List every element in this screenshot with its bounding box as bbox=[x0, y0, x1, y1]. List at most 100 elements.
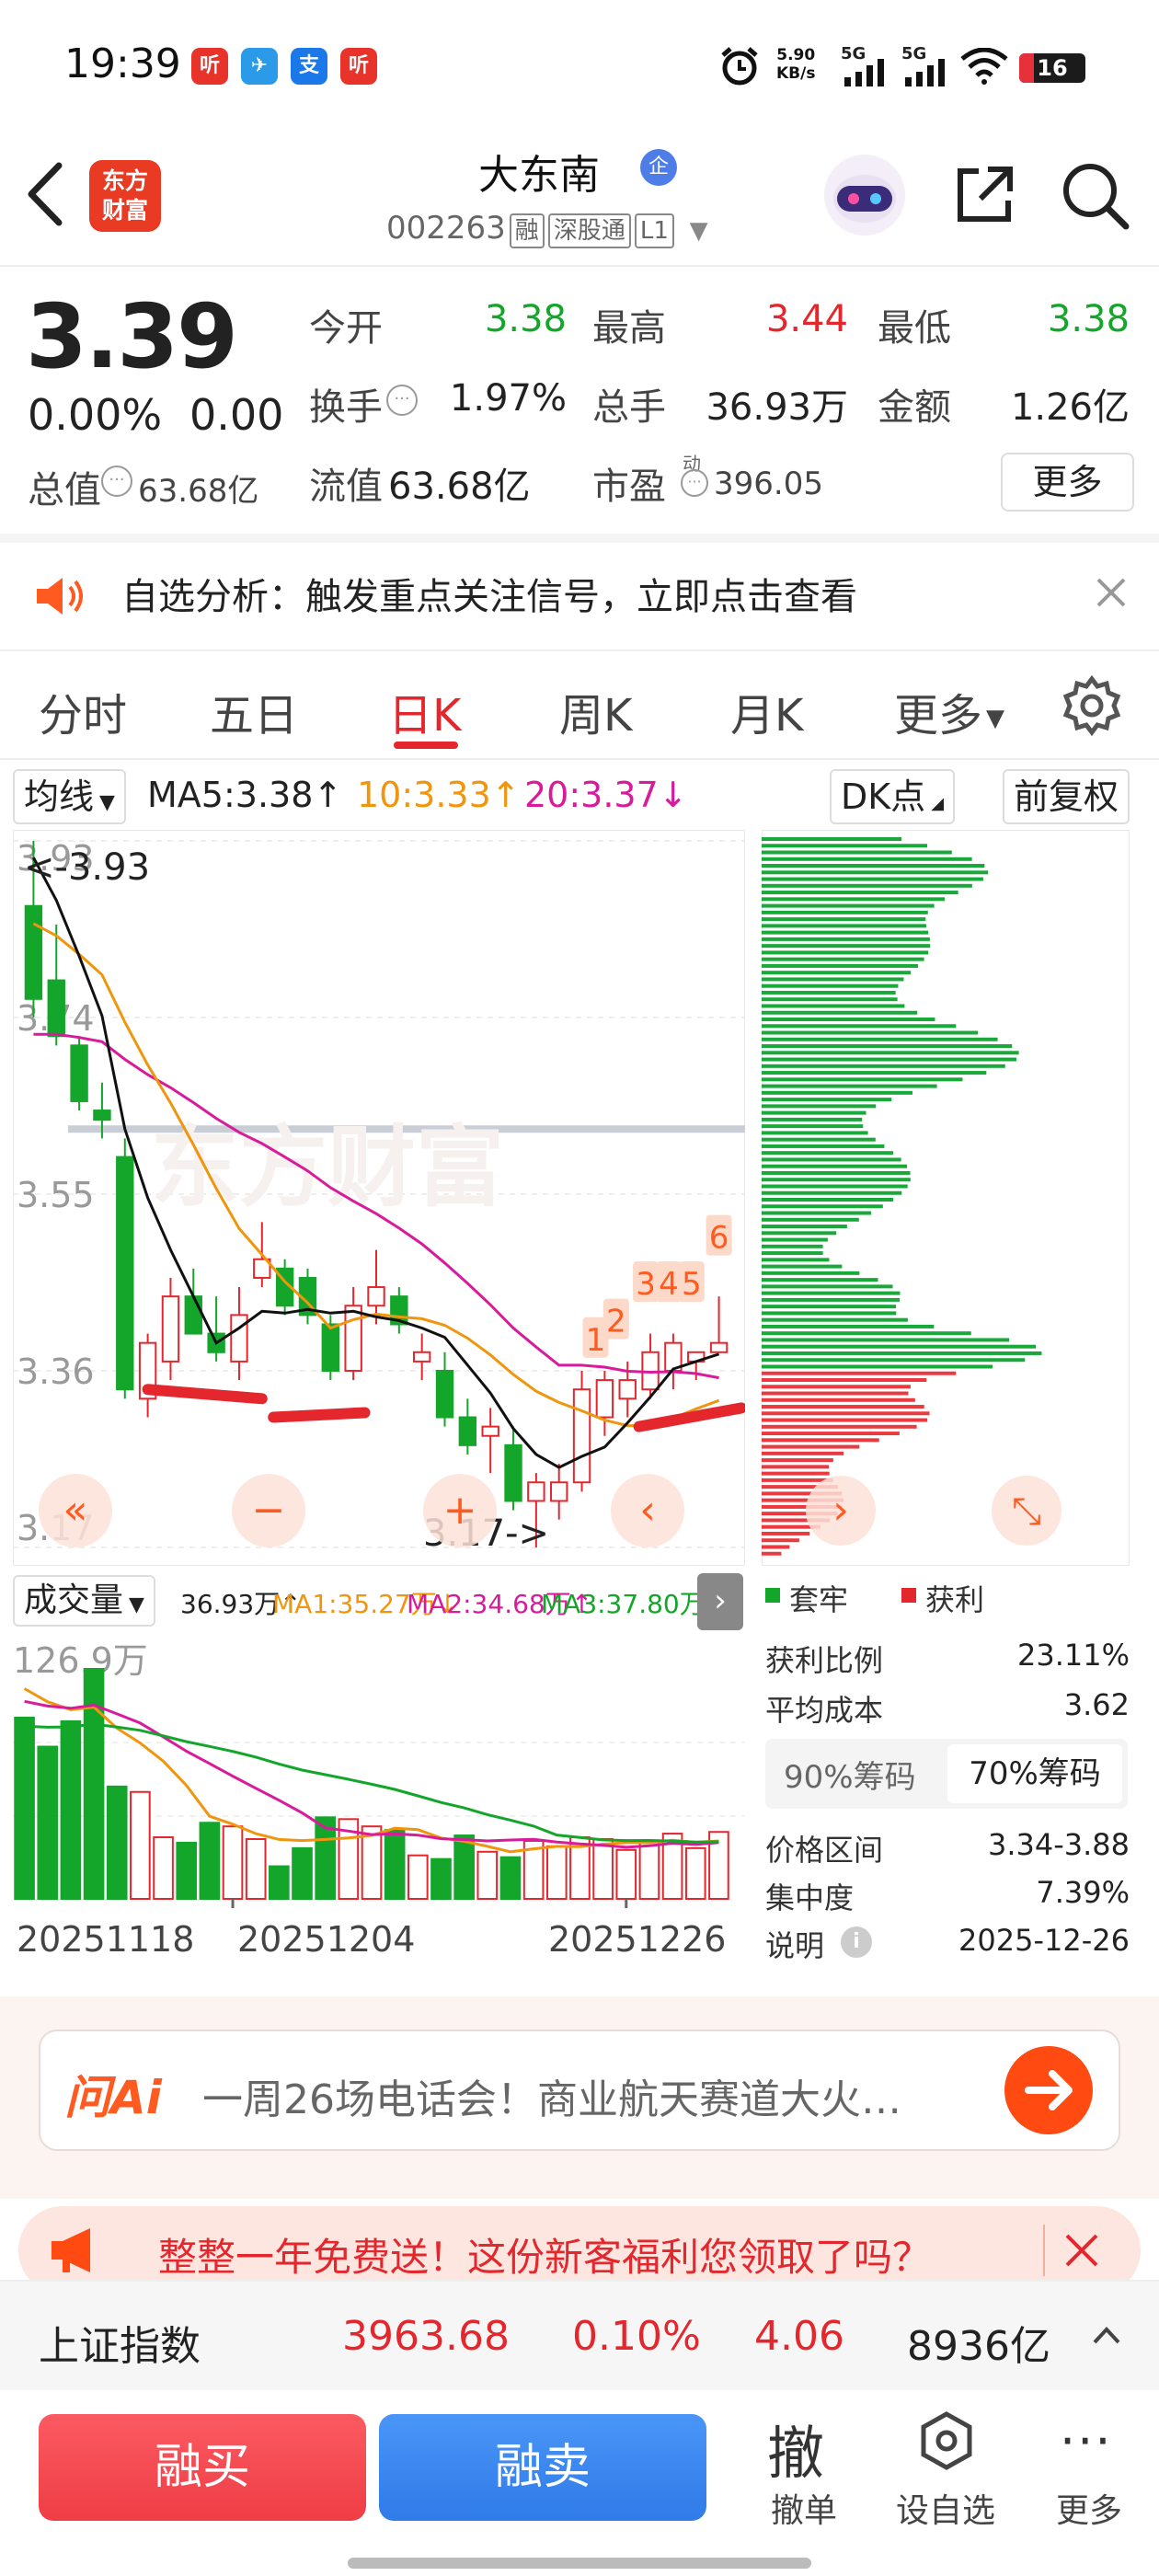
adjust-select[interactable]: 前复权 bbox=[1003, 769, 1130, 824]
tab-monthly-k[interactable]: 月K bbox=[730, 679, 803, 743]
chip-bar bbox=[762, 1371, 957, 1375]
chip-bar bbox=[762, 864, 985, 868]
search-icon[interactable] bbox=[1060, 160, 1130, 230]
app-notification-icon: ✈ bbox=[241, 48, 278, 85]
cancel-order-icon[interactable]: 撤 bbox=[767, 2407, 824, 2490]
volume-chart[interactable]: 126.9万 bbox=[13, 1632, 745, 1908]
more-quote-button[interactable]: 更多 bbox=[1001, 453, 1134, 512]
marker-label: 3 bbox=[636, 1266, 656, 1303]
alarm-icon bbox=[717, 44, 762, 88]
date-label-mid: 20251204 bbox=[237, 1919, 416, 1960]
kline-chart[interactable]: 东方财富3.933.743.553.363.17123456<-3.933.17… bbox=[13, 830, 745, 1566]
more-dots-icon[interactable]: ··· bbox=[1060, 2412, 1113, 2470]
chip-bar bbox=[762, 937, 930, 941]
note-date: 2025-12-26 bbox=[958, 1923, 1130, 1958]
notice-text[interactable]: 自选分析：触发重点关注信号，立即点击查看 bbox=[121, 567, 857, 620]
open-label: 今开 bbox=[309, 307, 383, 350]
chip-bar bbox=[762, 1184, 908, 1189]
info-dots-icon[interactable]: ··· bbox=[101, 466, 132, 497]
add-watchlist-icon[interactable] bbox=[916, 2410, 977, 2471]
volume-indicator-select[interactable]: 成交量 ▼ bbox=[13, 1575, 155, 1627]
chip-bar bbox=[762, 1351, 1042, 1355]
caret-down-icon: ▼ bbox=[986, 705, 1005, 732]
margin-buy-button[interactable]: 融买 bbox=[39, 2414, 366, 2521]
info-icon[interactable]: i bbox=[841, 1926, 872, 1958]
dk-point-select[interactable]: DK点 ◢ bbox=[830, 769, 956, 824]
volume-bar bbox=[245, 1837, 267, 1900]
chip-bar bbox=[762, 1124, 864, 1129]
close-icon[interactable] bbox=[1063, 2232, 1100, 2269]
chip-bar bbox=[762, 983, 899, 988]
step-left-icon-glyph: ‹ bbox=[639, 1487, 656, 1534]
chip-bar bbox=[762, 1044, 1013, 1049]
info-dots-icon[interactable]: ··· bbox=[681, 469, 708, 497]
volume-bar bbox=[292, 1846, 313, 1900]
chip-bar bbox=[762, 891, 958, 895]
chip-bar bbox=[762, 1090, 912, 1095]
ai-label: 问Ai bbox=[64, 2071, 162, 2124]
float-value: 63.68亿 bbox=[388, 466, 531, 508]
volume-bar bbox=[222, 1825, 244, 1901]
chip-bar bbox=[762, 850, 952, 855]
chip-bar bbox=[762, 971, 912, 975]
tab-chip-90[interactable]: 90%筹码 bbox=[784, 1752, 916, 1797]
share-icon[interactable] bbox=[951, 162, 1017, 228]
info-dots-icon[interactable]: ··· bbox=[386, 385, 418, 416]
candle-body bbox=[435, 1370, 454, 1419]
expand-indicator-button[interactable]: › bbox=[697, 1573, 743, 1630]
legend-trapped-label: 套牢 bbox=[789, 1582, 849, 1617]
back-arrow-icon[interactable] bbox=[26, 162, 66, 226]
tab-five-day[interactable]: 五日 bbox=[210, 679, 298, 743]
tab-weekly-k[interactable]: 周K bbox=[559, 679, 632, 743]
chevron-up-icon[interactable] bbox=[1091, 2324, 1122, 2346]
zoom-out-icon-glyph: − bbox=[252, 1487, 286, 1534]
chip-bar bbox=[762, 1297, 901, 1302]
stock-code-row[interactable]: 002263 融深股通 L1 ▼ bbox=[386, 210, 708, 248]
chip-bar bbox=[762, 1378, 927, 1382]
tab-more[interactable]: 更多 ▼ bbox=[894, 679, 1004, 743]
amount-value: 1.26亿 bbox=[1010, 386, 1130, 429]
zoom-in-icon-glyph: + bbox=[443, 1487, 477, 1534]
low-label: 最低 bbox=[878, 307, 951, 350]
candle-body bbox=[230, 1314, 248, 1363]
volume-bar bbox=[453, 1834, 475, 1900]
chip-bar bbox=[762, 1397, 915, 1402]
chip-bar bbox=[762, 1538, 799, 1543]
index-name: 上证指数 bbox=[39, 2323, 201, 2370]
more-actions-label[interactable]: 更多 bbox=[1034, 2484, 1144, 2532]
ai-prompt-text[interactable]: 一周26场电话会！商业航天赛道大火… bbox=[202, 2066, 901, 2125]
chip-bar bbox=[762, 1244, 823, 1248]
expand-glyph: ⤡ bbox=[1012, 1490, 1041, 1533]
index-change: 4.06 bbox=[754, 2313, 844, 2360]
ma-select[interactable]: 均线 ▼ bbox=[13, 769, 126, 824]
add-watchlist-label[interactable]: 设自选 bbox=[890, 2484, 1001, 2532]
chip-bar bbox=[762, 1358, 1026, 1363]
corner-caret-icon: ◢ bbox=[931, 794, 945, 813]
robot-assistant-icon[interactable] bbox=[822, 153, 907, 237]
chip-bar bbox=[762, 1144, 885, 1148]
margin-sell-button[interactable]: 融卖 bbox=[379, 2414, 706, 2521]
chip-bar bbox=[762, 857, 972, 861]
marker-label: 1 bbox=[586, 1322, 606, 1359]
tab-intraday[interactable]: 分时 bbox=[39, 679, 127, 743]
mktcap-label: 总值 bbox=[28, 469, 101, 512]
gear-icon[interactable] bbox=[1061, 675, 1122, 736]
high-value: 3.44 bbox=[765, 298, 848, 340]
chip-bar bbox=[762, 1551, 782, 1556]
ai-go-button[interactable] bbox=[1004, 2046, 1093, 2134]
chip-bar bbox=[762, 1324, 935, 1328]
tab-chip-70[interactable]: 70%筹码 bbox=[947, 1744, 1122, 1803]
candle-body bbox=[618, 1379, 637, 1400]
promo-text[interactable]: 整整一年免费送！这份新客福利您领取了吗？ bbox=[158, 2226, 931, 2283]
ma5-label: MA5:3.38↑ bbox=[147, 775, 343, 815]
candle-body bbox=[184, 1295, 202, 1335]
cancel-order-label[interactable]: 撤单 bbox=[749, 2484, 859, 2532]
chip-bar bbox=[762, 1338, 1010, 1342]
ma20-label: 20:3.37↓ bbox=[524, 775, 688, 815]
chip-bar bbox=[762, 1271, 860, 1275]
close-icon[interactable] bbox=[1093, 574, 1130, 611]
turnover-label: 换手 bbox=[309, 386, 383, 429]
tab-daily-k[interactable]: 日K bbox=[388, 679, 461, 743]
chip-bar bbox=[762, 1264, 843, 1269]
candle-body bbox=[24, 904, 43, 1000]
